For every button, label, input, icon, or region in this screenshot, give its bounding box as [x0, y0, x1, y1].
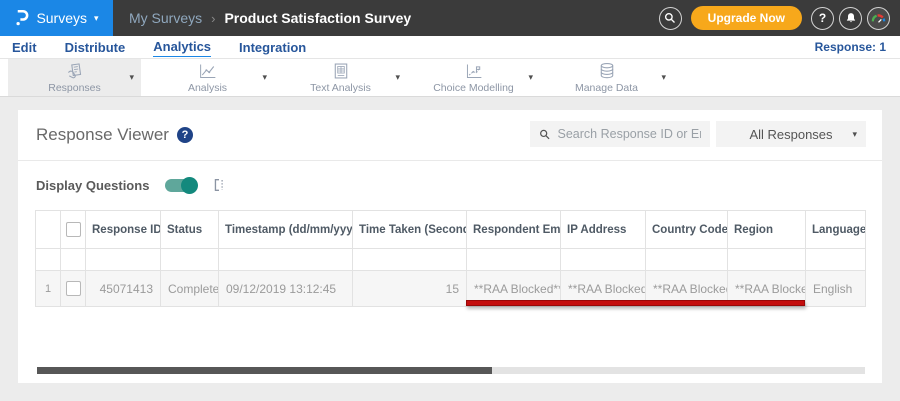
- table-filter-row: [35, 248, 866, 271]
- toggle-knob: [181, 176, 199, 194]
- responses-table: Response ID▾ Status Timestamp (dd/mm/yyy…: [35, 210, 866, 307]
- response-search-box: [530, 121, 710, 147]
- notifications-button[interactable]: [839, 6, 862, 30]
- analysis-icon: [198, 62, 218, 80]
- display-questions-row: Display Questions: [36, 175, 227, 195]
- response-count-label: Response: 1: [814, 40, 886, 54]
- filter-language[interactable]: [805, 248, 866, 271]
- display-questions-label: Display Questions: [36, 177, 150, 193]
- cell-timestamp: 09/12/2019 13:12:45: [218, 270, 353, 307]
- toolbar-label-choice-modelling: Choice Modelling: [433, 81, 514, 94]
- col-status-header[interactable]: Status: [160, 210, 219, 249]
- page-title: Response Viewer: [36, 125, 169, 144]
- toolbar-label-manage-data: Manage Data: [574, 81, 639, 94]
- tab-distribute[interactable]: Distribute: [65, 38, 126, 57]
- global-search-button[interactable]: [658, 6, 682, 30]
- avatar-gauge-icon: [871, 13, 886, 23]
- toolbar-item-manage-data[interactable]: Manage Data ▾: [540, 59, 673, 96]
- row-number: 1: [35, 270, 61, 307]
- choice-modelling-icon: [464, 62, 484, 80]
- filter-ip[interactable]: [560, 248, 646, 271]
- product-menu-label: Surveys: [36, 10, 88, 26]
- help-button[interactable]: ?: [811, 6, 834, 30]
- toolbar-item-text-analysis[interactable]: Text Analysis ▾: [274, 59, 407, 96]
- tab-integration[interactable]: Integration: [239, 38, 306, 57]
- responses-filter-dropdown[interactable]: All Responses ▾: [716, 121, 866, 147]
- question-mark-icon: ?: [818, 11, 827, 25]
- cell-response-id[interactable]: 45071413: [85, 270, 161, 307]
- col-response-id-header[interactable]: Response ID▾: [85, 210, 161, 249]
- breadcrumb-current-survey: Product Satisfaction Survey: [224, 10, 412, 26]
- bell-icon: [846, 13, 855, 23]
- col-timestamp-header[interactable]: Timestamp (dd/mm/yyyy)⇕: [218, 210, 353, 249]
- freeze-columns-icon[interactable]: [211, 177, 227, 193]
- toolbar-label-analysis: Analysis: [187, 81, 228, 94]
- filter-email[interactable]: [466, 248, 561, 271]
- responses-icon: [65, 62, 85, 80]
- display-questions-toggle[interactable]: [165, 176, 199, 194]
- questionpro-logo-icon: [16, 9, 29, 26]
- choice-modelling-dropdown-caret-icon[interactable]: ▾: [528, 72, 533, 83]
- red-highlight-annotation: [466, 300, 805, 306]
- horizontal-scrollbar-track[interactable]: [37, 367, 865, 374]
- response-viewer-help-icon[interactable]: ?: [176, 127, 193, 143]
- responses-dropdown-caret-icon[interactable]: ▾: [129, 72, 134, 83]
- user-avatar[interactable]: [867, 6, 890, 30]
- col-country-header[interactable]: Country Code: [645, 210, 728, 249]
- col-region-header[interactable]: Region: [727, 210, 806, 249]
- row-checkbox[interactable]: [65, 281, 81, 296]
- toolbar-item-choice-modelling[interactable]: Choice Modelling ▾: [407, 59, 540, 96]
- filter-time-taken[interactable]: [352, 248, 467, 271]
- col-email-header[interactable]: Respondent Email: [466, 210, 561, 249]
- cell-status: Completed: [160, 270, 219, 307]
- toolbar-item-responses[interactable]: Responses ▾: [8, 59, 141, 96]
- toolbar-label-responses: Responses: [48, 81, 101, 94]
- cell-language: English: [805, 270, 866, 307]
- responses-filter-value: All Responses: [749, 126, 833, 142]
- tab-edit[interactable]: Edit: [12, 38, 37, 57]
- text-analysis-dropdown-caret-icon[interactable]: ▾: [395, 72, 400, 83]
- response-viewer-card: Response Viewer ? All Responses ▾ Displa…: [18, 110, 882, 383]
- col-time-taken-header[interactable]: Time Taken (Seconds)⇕: [352, 210, 467, 249]
- breadcrumb-separator-icon: ›: [211, 10, 216, 26]
- breadcrumb-my-surveys[interactable]: My Surveys: [129, 10, 202, 26]
- tab-analytics[interactable]: Analytics: [153, 37, 212, 57]
- breadcrumb: My Surveys › Product Satisfaction Survey: [129, 10, 411, 26]
- section-divider: [18, 160, 882, 161]
- manage-data-dropdown-caret-icon[interactable]: ▾: [661, 72, 666, 83]
- manage-data-icon: [597, 62, 617, 80]
- col-rownum-header: [35, 210, 61, 249]
- analytics-toolbar: Responses ▾ Analysis ▾ Text Analysis ▾ C…: [0, 59, 900, 97]
- filter-status[interactable]: [160, 248, 219, 271]
- search-icon: [540, 129, 550, 139]
- col-language-header[interactable]: Language: [805, 210, 866, 249]
- table-header-row: Response ID▾ Status Timestamp (dd/mm/yyy…: [35, 210, 866, 249]
- filter-country[interactable]: [645, 248, 728, 271]
- row-select-cell: [60, 270, 86, 307]
- upgrade-now-button[interactable]: Upgrade Now: [690, 6, 802, 30]
- cell-time-taken: 15: [352, 270, 467, 307]
- top-header: Surveys ▾ My Surveys › Product Satisfact…: [0, 0, 900, 36]
- text-analysis-icon: [331, 62, 351, 80]
- search-response-input[interactable]: [557, 127, 701, 141]
- page-title-row: Response Viewer ?: [36, 125, 193, 145]
- toolbar-label-text-analysis: Text Analysis: [310, 81, 371, 94]
- chevron-down-icon: ▾: [852, 129, 857, 139]
- chevron-down-icon: ▾: [94, 13, 99, 23]
- product-switcher-surveys[interactable]: Surveys ▾: [0, 0, 113, 36]
- select-all-checkbox[interactable]: [65, 222, 81, 237]
- filter-region[interactable]: [727, 248, 806, 271]
- search-icon: [665, 12, 676, 23]
- horizontal-scrollbar-thumb[interactable]: [37, 367, 492, 374]
- filter-timestamp[interactable]: [218, 248, 353, 271]
- survey-nav-tabs: Edit Distribute Analytics Integration Re…: [0, 36, 900, 59]
- select-all-header: [60, 210, 86, 249]
- analysis-dropdown-caret-icon[interactable]: ▾: [262, 72, 267, 83]
- toolbar-item-analysis[interactable]: Analysis ▾: [141, 59, 274, 96]
- filter-response-id[interactable]: [85, 248, 161, 271]
- col-ip-header[interactable]: IP Address: [560, 210, 646, 249]
- header-actions: Upgrade Now ?: [658, 6, 900, 30]
